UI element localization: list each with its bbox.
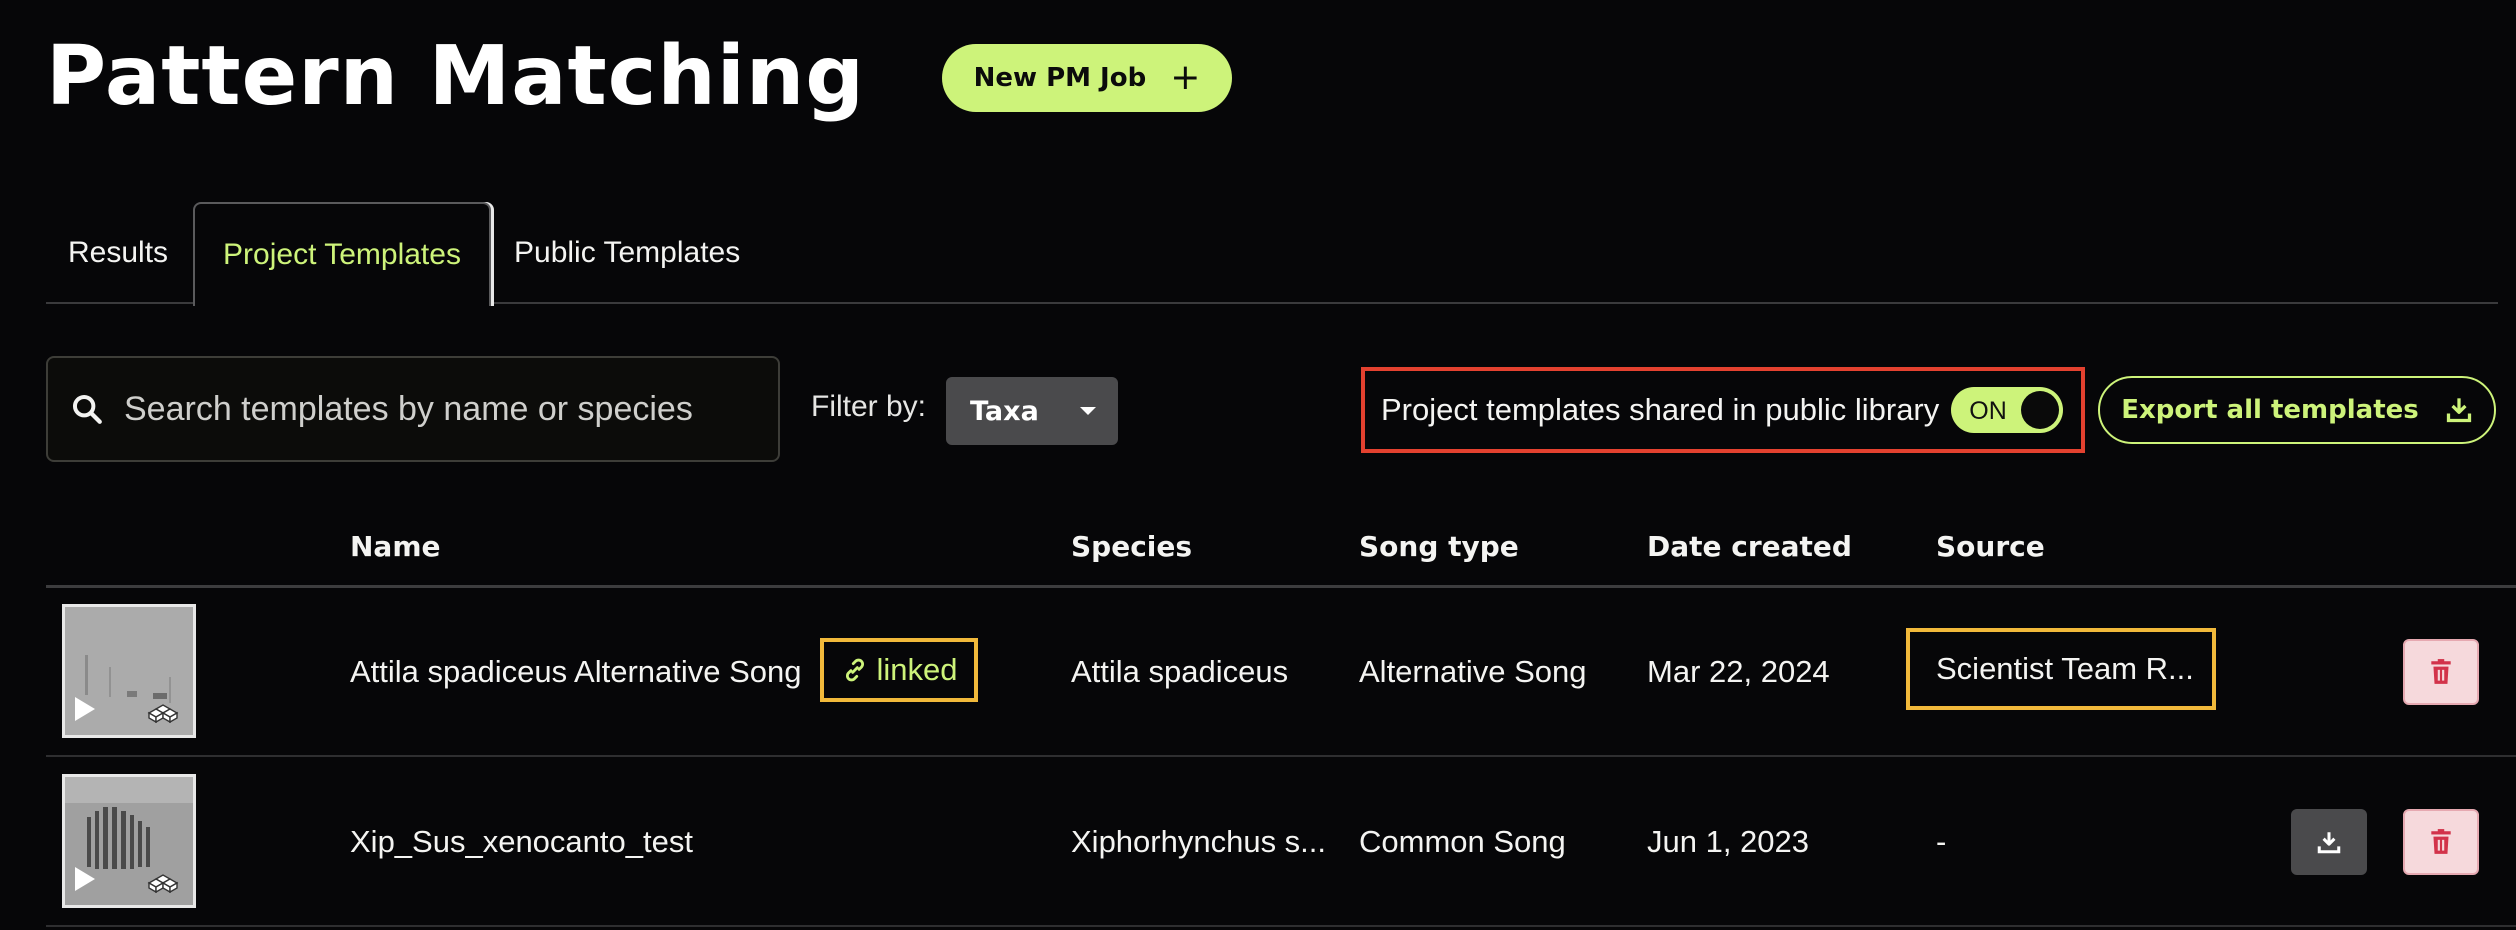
- cubes-icon: [147, 704, 179, 723]
- source-cell-highlight: Scientist Team R...: [1906, 628, 2216, 710]
- tab-public-templates[interactable]: Public Templates: [494, 202, 760, 304]
- table-header-divider: [46, 585, 2516, 588]
- tab-results[interactable]: Results: [46, 202, 190, 304]
- plus-icon: +: [1170, 57, 1201, 98]
- play-icon[interactable]: [75, 697, 95, 721]
- share-toggle[interactable]: ON: [1951, 387, 2064, 433]
- species-cell: Attila spadiceus: [1071, 654, 1289, 689]
- link-icon: [845, 658, 864, 682]
- search-input[interactable]: [122, 388, 746, 430]
- trash-icon: [2431, 659, 2451, 684]
- download-icon: [2317, 832, 2341, 854]
- share-public-library-setting: Project templates shared in public libra…: [1361, 367, 2085, 453]
- row-divider: [46, 925, 2516, 927]
- column-header-source: Source: [1936, 530, 2045, 563]
- source-cell: Scientist Team R...: [1936, 651, 2194, 686]
- export-label: Export all templates: [2121, 395, 2419, 425]
- tab-project-templates[interactable]: Project Templates: [193, 202, 491, 306]
- download-template-button[interactable]: [2291, 809, 2367, 875]
- species-cell: Xiphorhynchus s...: [1071, 824, 1327, 859]
- date-created-cell: Jun 1, 2023: [1647, 824, 1810, 859]
- taxa-filter-select[interactable]: Taxa: [946, 377, 1118, 445]
- new-pm-job-button[interactable]: New PM Job +: [942, 44, 1232, 112]
- search-icon: [72, 394, 102, 424]
- row-divider: [46, 755, 2516, 757]
- linked-badge[interactable]: linked: [820, 638, 978, 702]
- download-icon: [2446, 398, 2471, 423]
- linked-label: linked: [876, 652, 958, 687]
- template-name[interactable]: Attila spadiceus Alternative Song: [350, 654, 802, 690]
- play-icon[interactable]: [75, 867, 95, 891]
- column-header-date-created: Date created: [1647, 530, 1852, 563]
- export-all-templates-button[interactable]: Export all templates: [2098, 376, 2496, 444]
- template-name[interactable]: Xip_Sus_xenocanto_test: [350, 824, 693, 860]
- search-box[interactable]: [46, 356, 780, 462]
- table-row-thumbnail[interactable]: [62, 774, 196, 908]
- chevron-down-icon: [1080, 407, 1096, 415]
- taxa-filter-value: Taxa: [970, 395, 1039, 427]
- filter-label: Filter by:: [811, 390, 927, 423]
- page-title: Pattern Matching: [46, 29, 865, 124]
- delete-button[interactable]: [2403, 809, 2479, 875]
- song-type-cell: Alternative Song: [1359, 654, 1587, 689]
- column-header-species: Species: [1071, 530, 1193, 563]
- toggle-knob: [2021, 391, 2060, 429]
- column-header-song-type: Song type: [1359, 530, 1519, 563]
- new-pm-job-label: New PM Job: [973, 63, 1147, 93]
- column-header-name: Name: [350, 530, 441, 563]
- song-type-cell: Common Song: [1359, 824, 1566, 859]
- share-label: Project templates shared in public libra…: [1381, 392, 1940, 427]
- table-row-thumbnail[interactable]: [62, 604, 196, 738]
- source-cell: -: [1936, 824, 1947, 859]
- delete-button[interactable]: [2403, 639, 2479, 705]
- toggle-state: ON: [1969, 397, 2007, 425]
- cubes-icon: [147, 874, 179, 893]
- trash-icon: [2431, 829, 2451, 854]
- date-created-cell: Mar 22, 2024: [1647, 654, 1830, 689]
